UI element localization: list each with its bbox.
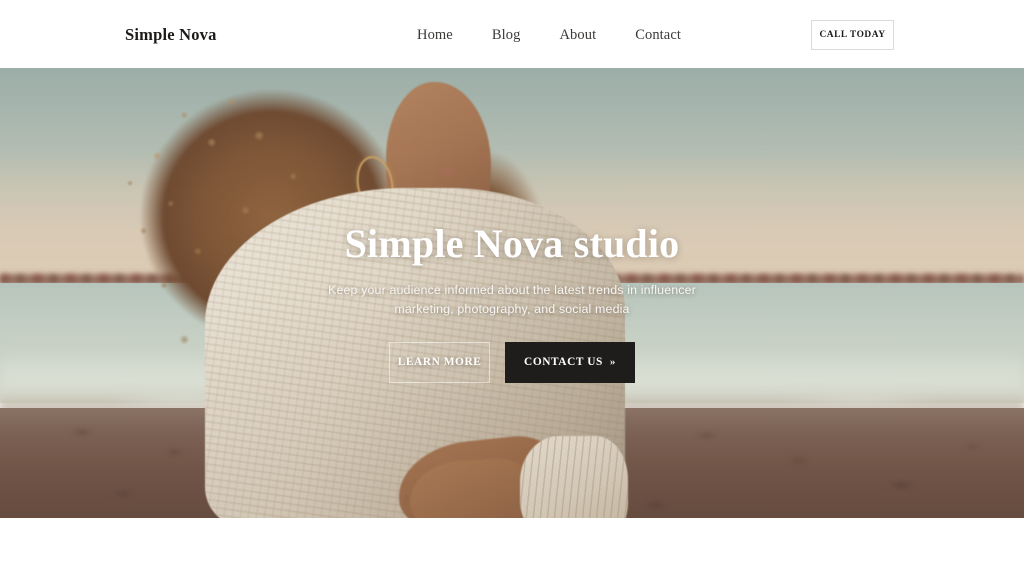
call-today-button[interactable]: CALL TODAY (811, 20, 894, 50)
hero-section: Simple Nova studio Keep your audience in… (0, 68, 1024, 518)
contact-us-label: CONTACT US (524, 356, 603, 369)
hero-content: Simple Nova studio Keep your audience in… (0, 68, 1024, 518)
site-header: Simple Nova Home Blog About Contact CALL… (0, 0, 1024, 68)
nav-item-blog[interactable]: Blog (492, 27, 521, 44)
nav-item-home[interactable]: Home (417, 27, 453, 44)
main-navigation: Home Blog About Contact (417, 27, 681, 44)
hero-subtitle: Keep your audience informed about the la… (328, 283, 696, 317)
learn-more-button[interactable]: LEARN MORE (389, 341, 491, 383)
nav-item-about[interactable]: About (559, 27, 596, 44)
hero-actions: LEARN MORE CONTACT US » (389, 341, 635, 383)
contact-us-button[interactable]: CONTACT US » (505, 341, 635, 383)
landing-page: Simple Nova Home Blog About Contact CALL… (0, 0, 1024, 567)
below-fold-area (0, 518, 1024, 567)
nav-item-contact[interactable]: Contact (635, 27, 681, 44)
brand-logo[interactable]: Simple Nova (125, 25, 217, 45)
hero-title: Simple Nova studio (344, 221, 680, 266)
double-chevron-right-icon: » (609, 355, 616, 368)
